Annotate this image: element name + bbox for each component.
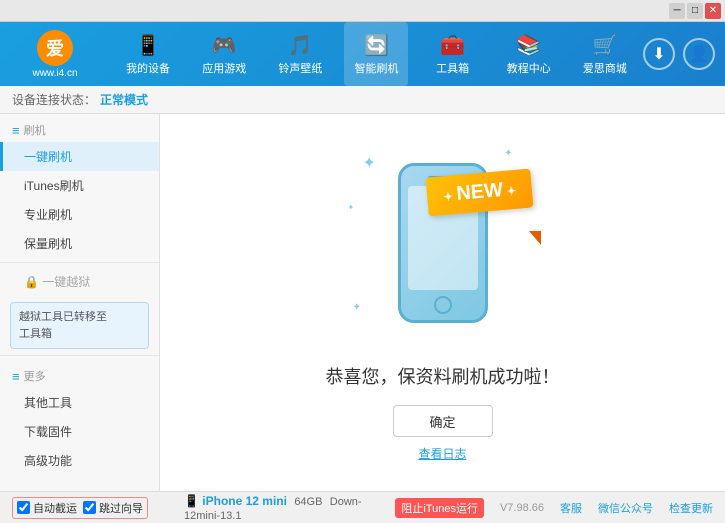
sidebar-label-pro: 专业刷机 — [24, 208, 72, 222]
nav-item-shop[interactable]: 🛒 爱思商城 — [573, 22, 637, 86]
more-section-icon: ≡ — [12, 369, 20, 384]
tutorials-icon: 📚 — [516, 33, 541, 58]
nav-item-ringtones[interactable]: 🎵 铃声壁纸 — [268, 22, 332, 86]
sidebar-label-download-firmware: 下载固件 — [24, 425, 72, 439]
sidebar-item-save-flash[interactable]: 保量刷机 — [0, 229, 159, 258]
checkbox-area: 自动截运 跳过向导 — [12, 497, 148, 519]
download-button[interactable]: ⬇ — [643, 38, 675, 70]
info-line2: 工具箱 — [19, 328, 52, 340]
toolbox-icon: 🧰 — [440, 33, 465, 58]
ribbon-tail — [529, 231, 541, 245]
skip-wizard-checkbox-label[interactable]: 跳过向导 — [83, 500, 143, 516]
status-value: 正常模式 — [100, 91, 148, 108]
title-bar: ─ □ ✕ — [0, 0, 725, 22]
more-section-label: 更多 — [24, 368, 46, 384]
update-link[interactable]: 检查更新 — [669, 500, 713, 516]
header: 爱 www.i4.cn 📱 我的设备 🎮 应用游戏 🎵 铃声壁纸 🔄 智能刷机 … — [0, 22, 725, 86]
bottom-bar: 自动截运 跳过向导 📱 iPhone 12 mini 64GB Down-12m… — [0, 491, 725, 523]
sidebar-item-advanced[interactable]: 高级功能 — [0, 446, 159, 475]
nav-label-shop: 爱思商城 — [583, 60, 627, 76]
sidebar-label-save: 保量刷机 — [24, 237, 72, 251]
nav-label-toolbox: 工具箱 — [436, 60, 469, 76]
close-button[interactable]: ✕ — [705, 3, 721, 19]
status-bar: 设备连接状态： 正常模式 — [0, 86, 725, 114]
apps-games-icon: 🎮 — [212, 33, 237, 58]
phone-illustration: ✦ ✦ ✦ ✦ NEW — [343, 143, 543, 343]
ringtones-icon: 🎵 — [288, 33, 313, 58]
nav-item-apps-games[interactable]: 🎮 应用游戏 — [192, 22, 256, 86]
nav-item-my-device[interactable]: 📱 我的设备 — [116, 22, 180, 86]
nav-item-tutorials[interactable]: 📚 教程中心 — [497, 22, 561, 86]
maximize-button[interactable]: □ — [687, 3, 703, 19]
sidebar-item-itunes-flash[interactable]: iTunes刷机 — [0, 171, 159, 200]
logo-text: www.i4.cn — [32, 68, 77, 79]
lock-icon: 🔒 — [24, 275, 39, 289]
phone-home-button — [434, 296, 452, 314]
wechat-link[interactable]: 微信公众号 — [598, 500, 653, 516]
sidebar-item-download-firmware[interactable]: 下载固件 — [0, 417, 159, 446]
minimize-button[interactable]: ─ — [669, 3, 685, 19]
nav-label-smart-flash: 智能刷机 — [354, 60, 398, 76]
sidebar-label-advanced: 高级功能 — [24, 454, 72, 468]
nav-label-apps-games: 应用游戏 — [202, 60, 246, 76]
sidebar-divider-2 — [0, 355, 159, 356]
view-log-link[interactable]: 查看日志 — [418, 445, 466, 462]
my-device-icon: 📱 — [136, 33, 161, 58]
sparkle-2: ✦ — [504, 148, 512, 159]
nav-item-toolbox[interactable]: 🧰 工具箱 — [421, 22, 485, 86]
sidebar-label-one-click: 一键刷机 — [24, 150, 72, 164]
skip-wizard-label: 跳过向导 — [99, 500, 143, 516]
sidebar-label-itunes: iTunes刷机 — [24, 179, 84, 193]
flash-section-label: 刷机 — [24, 122, 46, 138]
sidebar: ≡ 刷机 一键刷机 iTunes刷机 专业刷机 保量刷机 🔒 一键越狱 越狱工具… — [0, 114, 160, 491]
sidebar-item-pro-flash[interactable]: 专业刷机 — [0, 200, 159, 229]
new-badge: NEW — [426, 168, 534, 216]
nav-label-my-device: 我的设备 — [126, 60, 170, 76]
sidebar-item-jailbreak-disabled: 🔒 一键越狱 — [0, 267, 159, 296]
itunes-stop-area: 阻止iTunes运行 — [395, 498, 484, 518]
jailbreak-label: 一键越狱 — [42, 275, 90, 289]
smart-flash-icon: 🔄 — [364, 33, 389, 58]
auto-transfer-checkbox-label[interactable]: 自动截运 — [17, 500, 77, 516]
sparkle-1: ✦ — [363, 153, 376, 173]
sparkle-3: ✦ — [353, 302, 361, 313]
info-line1: 越狱工具已转移至 — [19, 311, 107, 323]
sidebar-label-other-tools: 其他工具 — [24, 396, 72, 410]
more-section-title: ≡ 更多 — [0, 360, 159, 388]
nav-label-ringtones: 铃声壁纸 — [278, 60, 322, 76]
user-button[interactable]: 👤 — [683, 38, 715, 70]
nav-items: 📱 我的设备 🎮 应用游戏 🎵 铃声壁纸 🔄 智能刷机 🧰 工具箱 📚 教程中心… — [110, 22, 643, 86]
flash-section-icon: ≡ — [12, 123, 20, 138]
phone-icon: 📱 — [184, 494, 202, 508]
auto-transfer-checkbox[interactable] — [17, 501, 30, 514]
logo-area: 爱 www.i4.cn — [0, 22, 110, 86]
bottom-right: 阻止iTunes运行 V7.98.66 客服 微信公众号 检查更新 — [395, 498, 713, 518]
version-label: V7.98.66 — [500, 502, 544, 514]
logo-icon: 爱 — [37, 30, 73, 66]
header-right: ⬇ 👤 — [643, 38, 725, 70]
stop-itunes-button[interactable]: 阻止iTunes运行 — [395, 498, 484, 518]
status-label: 设备连接状态： — [12, 91, 96, 108]
service-link[interactable]: 客服 — [560, 500, 582, 516]
center-area: ✦ ✦ ✦ ✦ NEW 恭喜您，保资料刷机成功啦！ 确定 查看日志 — [160, 114, 725, 491]
confirm-button[interactable]: 确定 — [393, 405, 493, 437]
sidebar-item-other-tools[interactable]: 其他工具 — [0, 388, 159, 417]
device-info: 📱 iPhone 12 mini 64GB Down-12mini-13.1 — [172, 494, 395, 522]
main-area: ≡ 刷机 一键刷机 iTunes刷机 专业刷机 保量刷机 🔒 一键越狱 越狱工具… — [0, 114, 725, 491]
auto-transfer-label: 自动截运 — [33, 500, 77, 516]
bottom-left: 自动截运 跳过向导 — [12, 497, 172, 519]
sidebar-info-box: 越狱工具已转移至 工具箱 — [10, 302, 149, 349]
shop-icon: 🛒 — [592, 33, 617, 58]
skip-wizard-checkbox[interactable] — [83, 501, 96, 514]
device-name: iPhone 12 mini — [202, 494, 287, 508]
device-storage: 64GB — [294, 496, 322, 508]
sidebar-item-one-click-flash[interactable]: 一键刷机 — [0, 142, 159, 171]
sidebar-divider-1 — [0, 262, 159, 263]
nav-label-tutorials: 教程中心 — [507, 60, 551, 76]
nav-item-smart-flash[interactable]: 🔄 智能刷机 — [344, 22, 408, 86]
sparkle-4: ✦ — [348, 203, 355, 212]
flash-section-title: ≡ 刷机 — [0, 114, 159, 142]
success-text: 恭喜您，保资料刷机成功啦！ — [326, 363, 560, 389]
